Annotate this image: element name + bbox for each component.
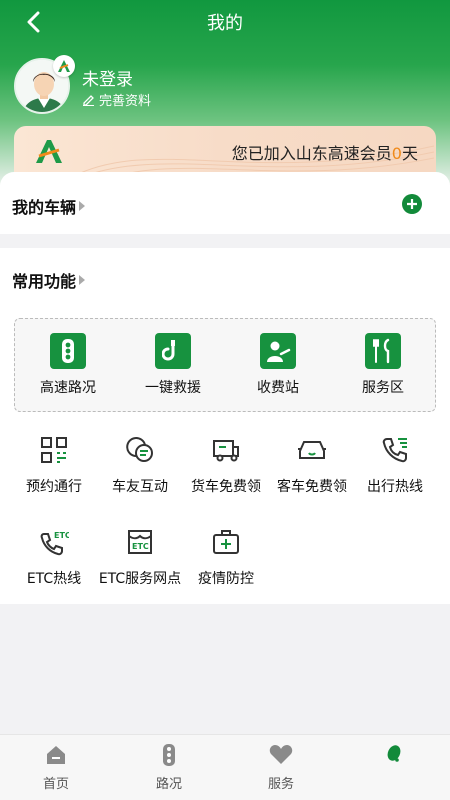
user-name[interactable]: 未登录 [82,65,133,90]
function-label: 客车免费领 [277,479,347,495]
membership-suffix: 天 [401,144,418,163]
function-label: 高速路况 [40,380,96,396]
tab-service[interactable]: 服务 [251,743,311,792]
home-icon [26,743,86,767]
function-service-area[interactable]: 服务区 [338,333,428,397]
function-toll-station[interactable]: 收费站 [233,333,323,397]
toll-staff-icon [260,333,296,369]
medical-kit-icon [210,526,242,558]
common-functions-title[interactable]: 常用功能 [12,268,86,292]
function-label: 预约通行 [26,479,82,495]
tab-label: 路况 [155,777,182,792]
phone-icon [379,434,411,466]
function-etc-service-point[interactable]: ETC ETC服务网点 [95,526,185,588]
heart-icon [251,743,311,767]
qr-code-icon [38,434,70,466]
function-travel-hotline[interactable]: 出行热线 [350,434,440,496]
membership-days: 0 [391,144,402,163]
function-label: 车友互动 [112,479,168,495]
chat-icon [124,434,156,466]
my-vehicles-label: 我的车辆 [12,198,77,217]
edit-profile-label: 完善资料 [99,94,152,109]
tab-home[interactable]: 首页 [26,743,86,792]
function-label: 一键救援 [145,380,201,396]
common-functions-section: 常用功能 高速路况 一键救援 收费站 服务区 预约通行 车友互动 货车免费领 客… [0,248,450,604]
truck-icon [210,434,242,466]
tab-mine[interactable] [364,743,424,773]
function-label: 收费站 [257,380,299,396]
brand-badge [53,55,75,77]
bottom-tab-bar: 首页 路况 服务 [0,734,450,800]
function-etc-hotline[interactable]: ETC ETC热线 [9,526,99,588]
function-label: 疫情防控 [198,571,254,587]
common-functions-label: 常用功能 [12,272,77,291]
function-label: ETC服务网点 [98,571,182,587]
svg-text:ETC: ETC [54,531,69,540]
function-car-community[interactable]: 车友互动 [95,434,185,496]
membership-text: 您已加入山东高速会员0天 [232,140,418,164]
pencil-icon [83,95,94,106]
caret-right-icon [79,201,86,211]
plus-icon [407,199,417,209]
function-label: 服务区 [362,380,404,396]
tab-traffic[interactable]: 路况 [139,743,199,792]
function-label: 出行热线 [367,479,423,495]
fork-knife-icon [365,333,401,369]
function-highway-traffic[interactable]: 高速路况 [23,333,113,397]
traffic-icon [139,743,199,767]
featured-functions: 高速路况 一键救援 收费站 服务区 [14,318,436,412]
function-rescue[interactable]: 一键救援 [128,333,218,397]
function-reservation[interactable]: 预约通行 [9,434,99,496]
function-label: ETC热线 [26,571,82,587]
hook-icon [155,333,191,369]
function-truck-free[interactable]: 货车免费领 [181,434,271,496]
etc-phone-icon: ETC [38,526,70,558]
traffic-light-icon [50,333,86,369]
function-epidemic-control[interactable]: 疫情防控 [181,526,271,588]
my-vehicles-section: 我的车辆 [0,172,450,234]
brand-logo-icon [36,140,62,163]
profile-leaf-icon [364,743,424,767]
edit-profile-link[interactable]: 完善资料 [82,90,151,109]
brand-logo-icon [58,60,70,72]
function-bus-free[interactable]: 客车免费领 [267,434,357,496]
tab-label: 首页 [42,777,69,792]
page-title: 我的 [207,13,243,34]
my-vehicles-title[interactable]: 我的车辆 [12,194,86,218]
membership-prefix: 您已加入山东高速会员 [231,144,392,163]
etc-store-icon: ETC [124,526,156,558]
tab-label: 服务 [267,777,294,792]
add-vehicle-button[interactable] [402,194,422,214]
caret-right-icon [79,275,86,285]
function-label: 货车免费领 [191,479,261,495]
car-icon [296,434,328,466]
svg-text:ETC: ETC [132,542,149,551]
